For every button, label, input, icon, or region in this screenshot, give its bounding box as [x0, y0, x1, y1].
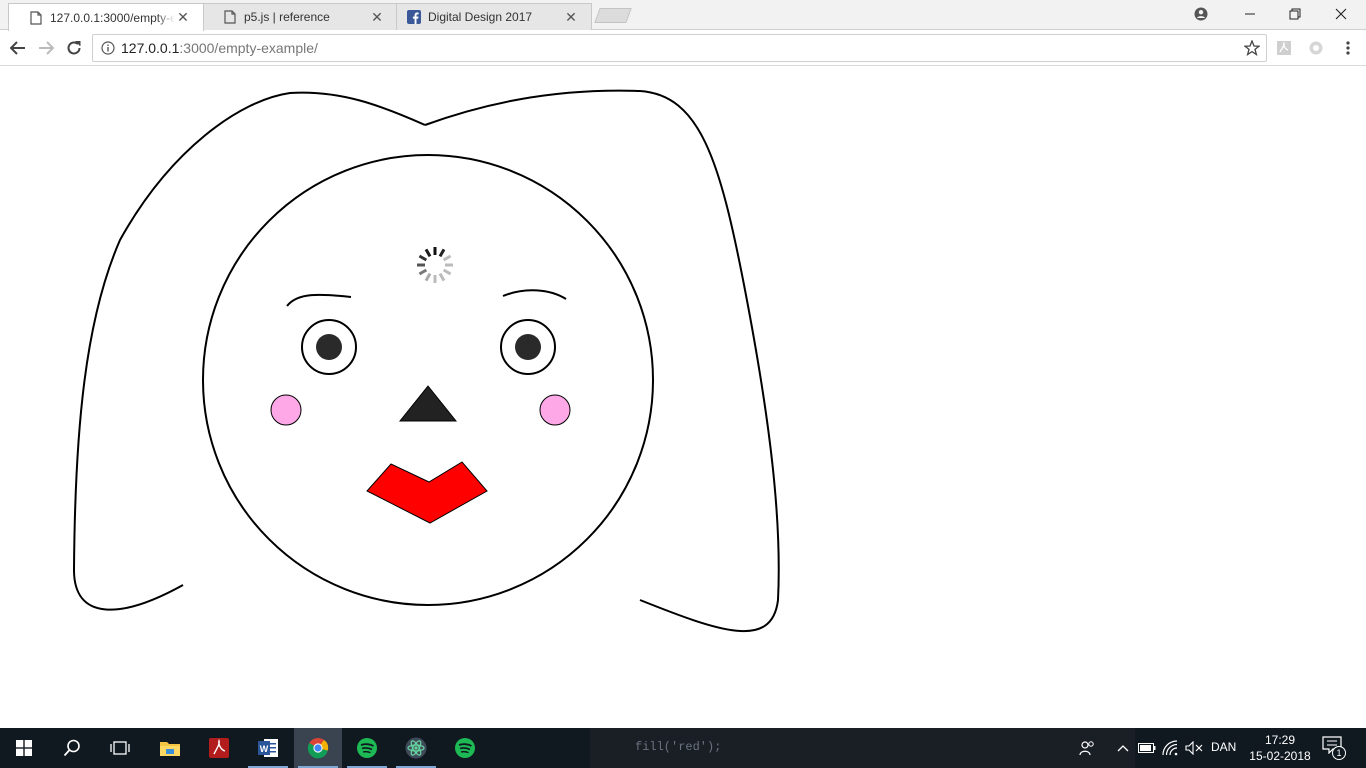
left-cheek: [270, 394, 302, 426]
forward-button[interactable]: [32, 34, 60, 62]
windows-start-icon[interactable]: [0, 728, 48, 768]
show-hidden-icons-chevron-up-icon[interactable]: [1113, 738, 1133, 758]
tab-title: 127.0.0.1:3000/empty-ex: [50, 10, 175, 25]
atom-icon[interactable]: [392, 728, 440, 768]
tab-digital-design[interactable]: Digital Design 2017 ✕: [396, 3, 592, 30]
profile-icon[interactable]: [1178, 0, 1224, 28]
url-host: 127.0.0.1: [121, 40, 180, 56]
tab-p5js-reference[interactable]: p5.js | reference ✕: [202, 3, 398, 30]
wifi-icon[interactable]: [1161, 738, 1181, 758]
reload-button[interactable]: [60, 34, 88, 62]
tab-strip: 127.0.0.1:3000/empty-ex ✕ p5.js | refere…: [0, 0, 1366, 31]
close-tab-icon[interactable]: ✕: [175, 9, 191, 26]
pdf-extension-icon[interactable]: [1275, 39, 1293, 57]
clock-time: 17:29: [1264, 733, 1296, 747]
minimize-button[interactable]: [1227, 0, 1273, 28]
windows-taskbar: fill('red'); W DAN 17:29 15-02-2018 1: [0, 728, 1366, 768]
browser-toolbar: 127.0.0.1:3000/empty-example/: [0, 30, 1366, 66]
address-bar[interactable]: 127.0.0.1:3000/empty-example/: [92, 34, 1267, 62]
svg-text:W: W: [260, 744, 269, 754]
code-window-peek: fill('red');: [590, 728, 1135, 768]
task-view-icon[interactable]: [96, 728, 144, 768]
tab-empty-example[interactable]: 127.0.0.1:3000/empty-ex ✕: [8, 3, 204, 31]
right-cheek: [539, 394, 571, 426]
people-icon[interactable]: [1077, 738, 1097, 758]
back-button[interactable]: [4, 34, 32, 62]
word-icon[interactable]: W: [244, 728, 292, 768]
bookmark-star-icon[interactable]: [1243, 39, 1261, 56]
url-text: 127.0.0.1:3000/empty-example/: [121, 40, 318, 56]
info-icon[interactable]: [95, 41, 121, 55]
left-pupil: [316, 334, 342, 360]
search-icon[interactable]: [48, 728, 96, 768]
pdf-app-icon[interactable]: [195, 728, 243, 768]
page-content: [0, 67, 1366, 728]
spotify-alt-icon[interactable]: [343, 728, 391, 768]
battery-icon[interactable]: [1137, 738, 1157, 758]
volume-muted-icon[interactable]: [1184, 738, 1204, 758]
clock[interactable]: 17:29 15-02-2018: [1249, 732, 1311, 764]
right-pupil: [515, 334, 541, 360]
chrome-icon[interactable]: [294, 728, 342, 768]
spotify-icon[interactable]: [441, 728, 489, 768]
sketch-canvas: [72, 89, 780, 633]
close-tab-icon[interactable]: ✕: [369, 9, 385, 25]
page-icon: [29, 10, 43, 25]
code-peek-text: fill('red');: [635, 740, 722, 754]
close-tab-icon[interactable]: ✕: [563, 9, 579, 25]
new-tab-button[interactable]: [594, 8, 632, 23]
extension-icon[interactable]: [1307, 39, 1325, 57]
tab-title: p5.js | reference: [244, 10, 330, 24]
input-language[interactable]: DAN: [1211, 740, 1236, 754]
close-window-button[interactable]: [1318, 0, 1364, 28]
url-path: :3000/empty-example/: [179, 40, 318, 56]
face-circle: [202, 154, 654, 606]
tab-title: Digital Design 2017: [428, 10, 533, 24]
page-icon: [223, 10, 237, 24]
restore-button[interactable]: [1272, 0, 1318, 28]
file-explorer-icon[interactable]: [146, 728, 194, 768]
clock-date: 15-02-2018: [1249, 749, 1311, 763]
chrome-menu-icon[interactable]: [1339, 39, 1357, 57]
notification-count-badge: 1: [1332, 746, 1346, 760]
facebook-icon: [407, 10, 421, 24]
